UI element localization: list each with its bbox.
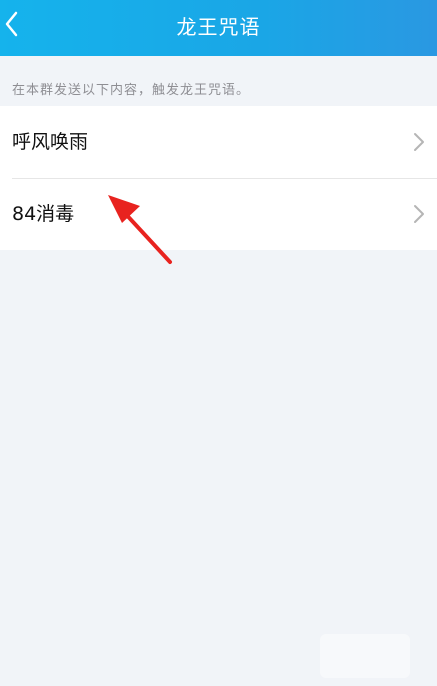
list-item-label: 呼风唤雨 — [12, 131, 89, 153]
list-item-label: 84消毒 — [12, 203, 75, 225]
list-item-84xiaodu[interactable]: 84消毒 — [0, 178, 437, 250]
spell-list: 呼风唤雨 84消毒 — [0, 106, 437, 250]
back-button[interactable] — [0, 0, 48, 56]
page-title: 龙王咒语 — [176, 15, 261, 39]
watermark — [320, 634, 410, 678]
title-bar: 龙王咒语 — [0, 0, 437, 56]
chevron-right-icon — [414, 205, 424, 223]
chevron-left-icon — [5, 11, 18, 37]
chevron-right-icon — [414, 133, 424, 151]
list-item-hufenghuanyu[interactable]: 呼风唤雨 — [0, 106, 437, 178]
hint-text: 在本群发送以下内容，触发龙王咒语。 — [12, 83, 251, 98]
